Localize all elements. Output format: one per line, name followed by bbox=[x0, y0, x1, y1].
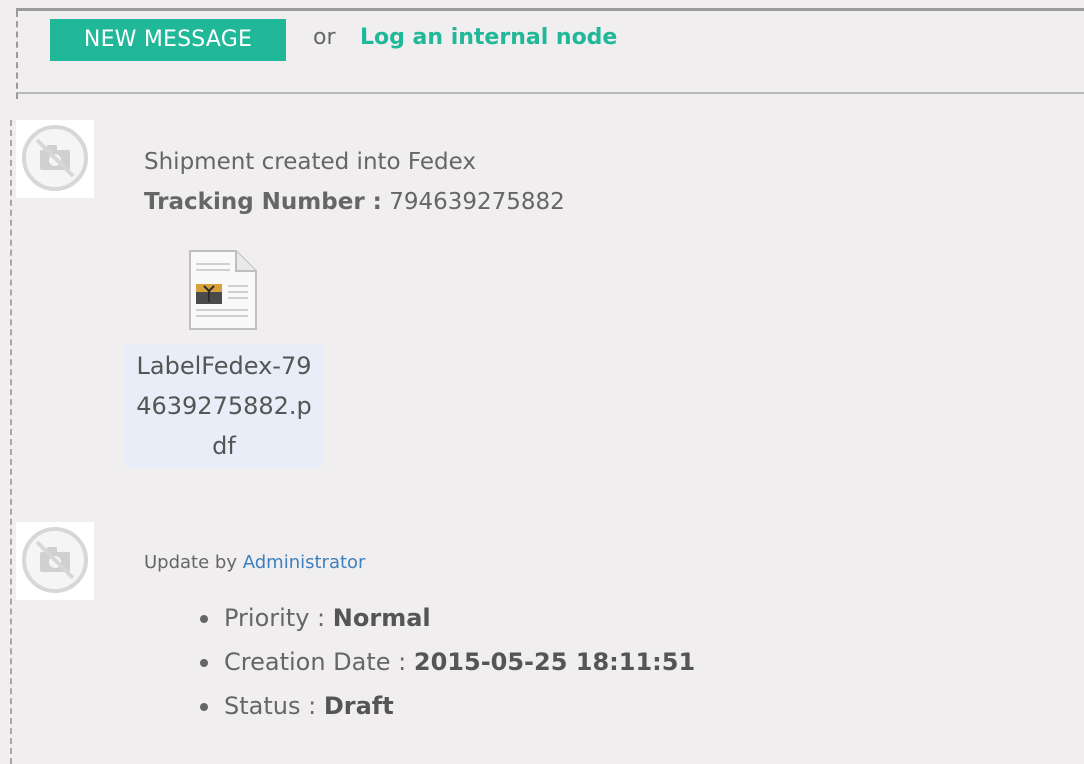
update-details-list: Priority : Normal Creation Date : 2015-0… bbox=[196, 596, 695, 728]
no-photo-icon bbox=[22, 125, 88, 191]
attachment-filename[interactable]: LabelFedex-794639275882.pdf bbox=[124, 344, 324, 468]
message-body: Shipment created into Fedex Tracking Num… bbox=[144, 142, 565, 222]
detail-priority: Priority : Normal bbox=[196, 596, 695, 640]
detail-value: 2015-05-25 18:11:51 bbox=[413, 648, 696, 676]
detail-label: Status : bbox=[224, 692, 317, 720]
composer-divider bbox=[16, 11, 18, 99]
composer-bar: NEW MESSAGE or Log an internal node bbox=[16, 8, 1084, 99]
composer-or-text: or bbox=[313, 25, 336, 50]
avatar-update bbox=[16, 522, 94, 600]
avatar-message bbox=[16, 120, 94, 198]
detail-label: Creation Date : bbox=[224, 648, 407, 676]
tracking-label: Tracking Number : bbox=[144, 189, 382, 215]
detail-value: Draft bbox=[323, 692, 394, 720]
thread-timeline bbox=[10, 120, 12, 764]
tracking-number: 794639275882 bbox=[389, 189, 565, 215]
update-prefix: Update by bbox=[144, 552, 237, 573]
log-internal-note-link[interactable]: Log an internal node bbox=[360, 25, 617, 50]
attachment-item[interactable]: LabelFedex-794639275882.pdf bbox=[124, 248, 324, 468]
pdf-document-icon bbox=[189, 250, 257, 330]
tracking-line: Tracking Number : 794639275882 bbox=[144, 182, 565, 222]
update-meta: Update by Administrator bbox=[144, 552, 365, 573]
message-title: Shipment created into Fedex bbox=[144, 149, 476, 175]
detail-creation-date: Creation Date : 2015-05-25 18:11:51 bbox=[196, 640, 695, 684]
detail-value: Normal bbox=[332, 604, 431, 632]
detail-label: Priority : bbox=[224, 604, 326, 632]
new-message-button[interactable]: NEW MESSAGE bbox=[50, 19, 286, 61]
author-link[interactable]: Administrator bbox=[243, 552, 366, 573]
no-photo-icon bbox=[22, 527, 88, 593]
detail-status: Status : Draft bbox=[196, 684, 695, 728]
